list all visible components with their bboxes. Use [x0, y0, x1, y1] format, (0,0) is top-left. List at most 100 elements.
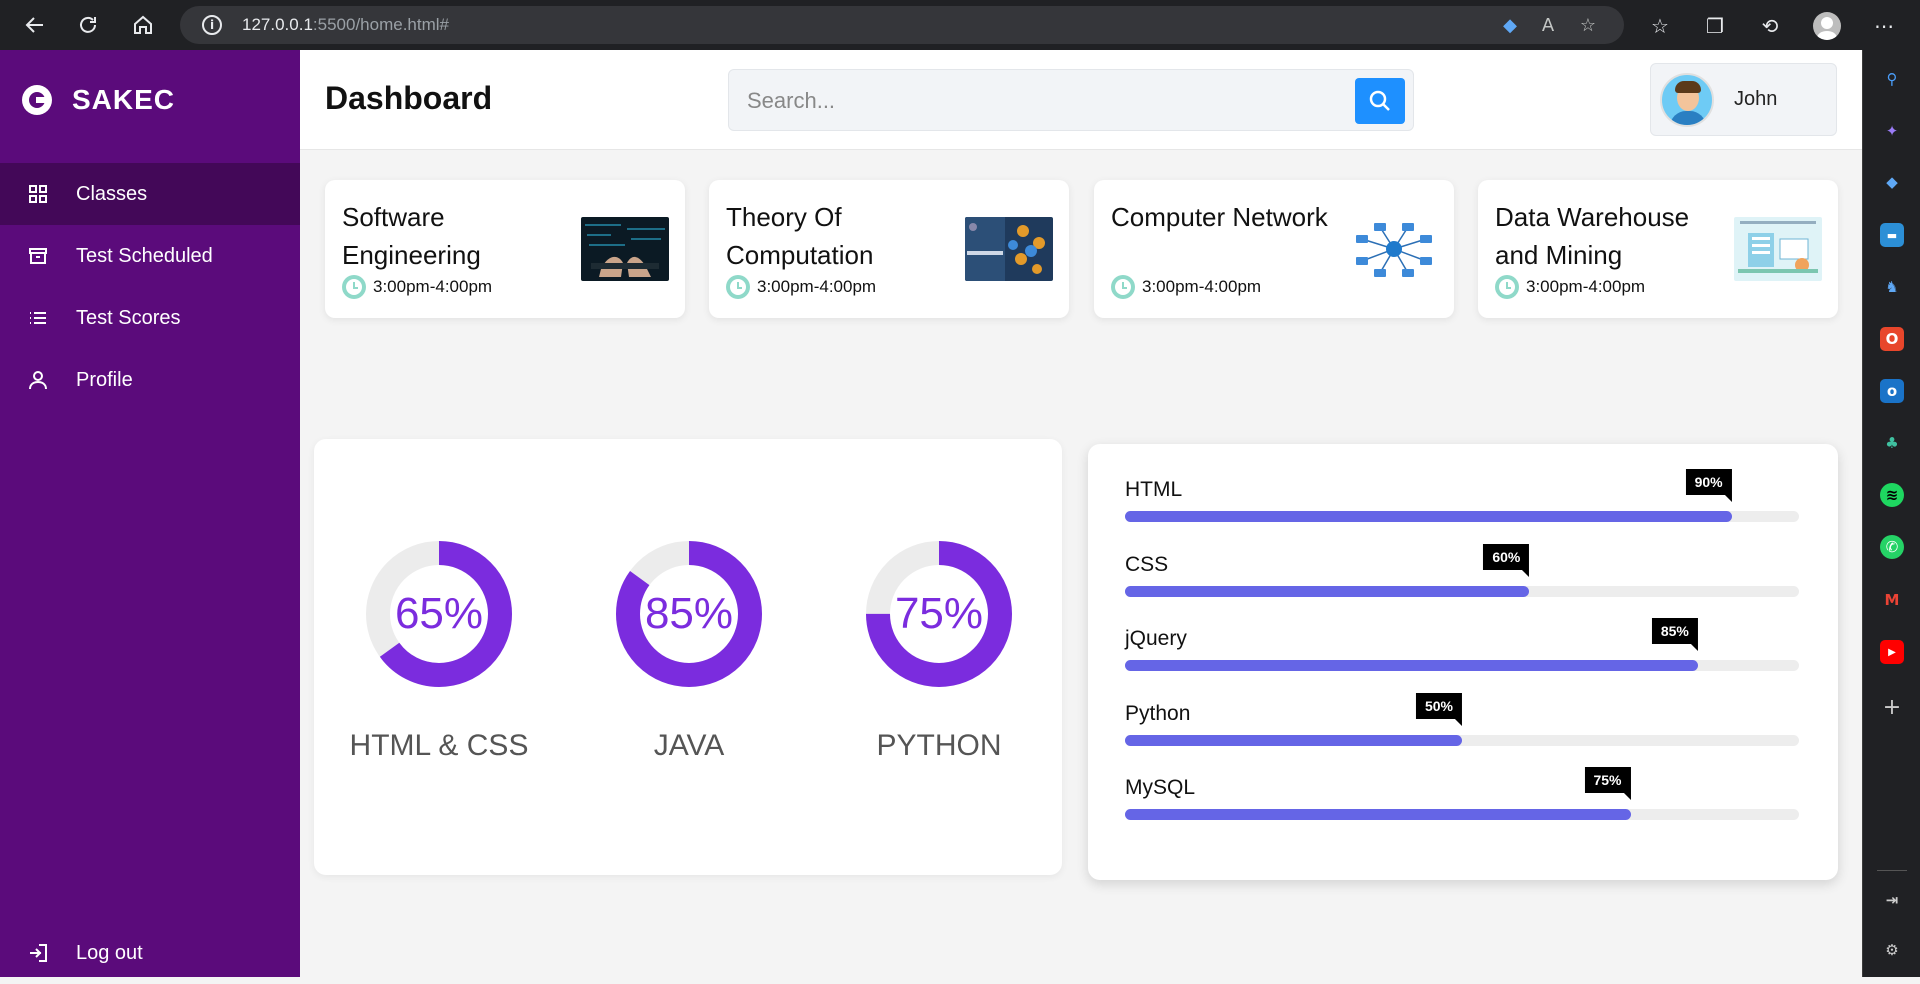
skill-bar: jQuery 85% — [1125, 618, 1799, 671]
skill-name: Python — [1125, 702, 1191, 725]
user-profile[interactable]: John — [1650, 63, 1837, 136]
games-icon[interactable]: ♞ — [1880, 275, 1904, 299]
more-icon[interactable]: ⋯ — [1871, 13, 1897, 39]
class-image — [1734, 217, 1822, 281]
progress-percent: 75% — [894, 589, 984, 638]
brand[interactable]: SAKEC — [22, 82, 175, 118]
clock-icon — [1111, 275, 1135, 299]
reload-icon[interactable] — [63, 0, 113, 50]
class-card[interactable]: Computer Network 3:00pm-4:00pm — [1094, 180, 1454, 318]
favorite-add-icon[interactable]: ☆ — [1576, 13, 1600, 37]
skill-percent-tooltip: 85% — [1651, 618, 1698, 651]
class-time: 3:00pm-4:00pm — [726, 275, 876, 299]
skill-bar: CSS 60% — [1125, 544, 1799, 597]
whatsapp-icon[interactable]: ✆ — [1880, 535, 1904, 559]
back-icon[interactable] — [10, 0, 60, 50]
skill-fill — [1125, 735, 1462, 746]
sidebar-item-test-scheduled[interactable]: Test Scheduled — [0, 225, 300, 287]
skill-fill — [1125, 511, 1732, 522]
page-title: Dashboard — [325, 80, 493, 116]
skill-fill — [1125, 660, 1698, 671]
favorites-icon[interactable]: ☆ — [1647, 13, 1673, 39]
avatar — [1660, 72, 1714, 127]
skill-track — [1125, 735, 1799, 746]
tag-icon[interactable]: ◆ — [1498, 13, 1522, 37]
class-time: 3:00pm-4:00pm — [1111, 275, 1261, 299]
shopping-icon[interactable]: ◆ — [1880, 170, 1904, 194]
header: Dashboard John — [300, 50, 1862, 150]
settings-icon[interactable]: ⚙ — [1880, 938, 1904, 962]
class-title: Theory Of Computation — [726, 202, 874, 270]
skill-name: MySQL — [1125, 776, 1196, 799]
logout-section: Log out — [0, 922, 300, 984]
search-icon[interactable]: ⚲ — [1880, 67, 1904, 91]
logout-icon — [28, 943, 48, 963]
skill-track — [1125, 660, 1799, 671]
profile-icon[interactable] — [1813, 12, 1841, 40]
skill-percent-tooltip: 60% — [1483, 544, 1530, 577]
sidebar-item-classes[interactable]: Classes — [0, 163, 300, 225]
sidebar-item-label: Test Scheduled — [76, 244, 213, 267]
progress-circle: 85% — [616, 541, 762, 687]
outlook-icon[interactable]: o — [1880, 379, 1904, 403]
skill-name: jQuery — [1125, 627, 1187, 650]
search-icon — [1369, 90, 1390, 111]
class-image — [581, 217, 669, 281]
sidebar-item-test-scores[interactable]: Test Scores — [0, 287, 300, 349]
progress-circle: 75% — [866, 541, 1012, 687]
archive-icon — [28, 246, 48, 266]
spotify-icon[interactable]: ≋ — [1880, 483, 1904, 507]
skill-percent-tooltip: 90% — [1685, 469, 1732, 502]
add-icon[interactable]: + — [1880, 695, 1904, 720]
skill-track — [1125, 586, 1799, 597]
divider — [1877, 870, 1907, 871]
class-title: Data Warehouse and Mining — [1495, 202, 1690, 270]
skill-track — [1125, 809, 1799, 820]
url-text[interactable]: 127.0.0.1:5500/home.html# — [242, 15, 449, 35]
home-icon[interactable] — [118, 0, 168, 50]
split-screen-icon[interactable]: ⇥ — [1880, 888, 1904, 912]
sidebar-menu: Classes Test Scheduled Test Scores Profi… — [0, 163, 300, 411]
sidebar-item-profile[interactable]: Profile — [0, 349, 300, 411]
clock-icon — [1495, 275, 1519, 299]
skill-track — [1125, 511, 1799, 522]
logout-label: Log out — [76, 941, 143, 964]
address-bar[interactable]: i 127.0.0.1:5500/home.html# ◆ A ☆ — [180, 6, 1624, 44]
clock-icon — [342, 275, 366, 299]
skill-fill — [1125, 586, 1530, 597]
class-card[interactable]: Data Warehouse and Mining 3:00pm-4:00pm — [1478, 180, 1838, 318]
progress-label: HTML & CSS — [349, 729, 529, 762]
search-button[interactable] — [1355, 78, 1405, 124]
copilot-icon[interactable]: ✦ — [1880, 119, 1904, 143]
read-aloud-icon[interactable]: A — [1536, 13, 1560, 37]
skill-percent-tooltip: 75% — [1584, 767, 1631, 800]
class-time: 3:00pm-4:00pm — [1495, 275, 1645, 299]
class-time: 3:00pm-4:00pm — [342, 275, 492, 299]
clock-icon — [726, 275, 750, 299]
tools-icon[interactable]: ▬ — [1880, 223, 1904, 247]
skill-bar: HTML 90% — [1125, 469, 1799, 522]
skill-name: CSS — [1125, 553, 1169, 576]
info-icon[interactable]: i — [202, 15, 222, 35]
search-input[interactable] — [747, 84, 1327, 118]
class-title: Software Engineering — [342, 202, 481, 270]
collections-icon[interactable]: ❐ — [1702, 13, 1728, 39]
tree-icon[interactable]: ♣ — [1880, 431, 1904, 455]
logout-button[interactable]: Log out — [0, 922, 300, 984]
progress-label: JAVA — [653, 729, 725, 762]
progress-label: PYTHON — [876, 729, 1002, 762]
gmail-icon[interactable]: M — [1880, 588, 1904, 612]
user-name: John — [1734, 88, 1778, 110]
user-icon — [28, 370, 48, 390]
skill-bar: MySQL 75% — [1125, 767, 1799, 820]
office-icon[interactable]: O — [1880, 327, 1904, 351]
class-card[interactable]: Software Engineering 3:00pm-4:00pm — [325, 180, 685, 318]
youtube-icon[interactable]: ▶ — [1880, 640, 1904, 664]
history-icon[interactable]: ⟲ — [1757, 13, 1783, 39]
brand-name: SAKEC — [72, 84, 176, 115]
browser-toolbar: i 127.0.0.1:5500/home.html# ◆ A ☆ ☆ ❐ ⟲ … — [0, 0, 1920, 50]
sidebar-item-label: Test Scores — [76, 306, 181, 329]
class-image — [1350, 217, 1438, 281]
class-card[interactable]: Theory Of Computation 3:00pm-4:00pm — [709, 180, 1069, 318]
grid-icon — [28, 184, 48, 204]
